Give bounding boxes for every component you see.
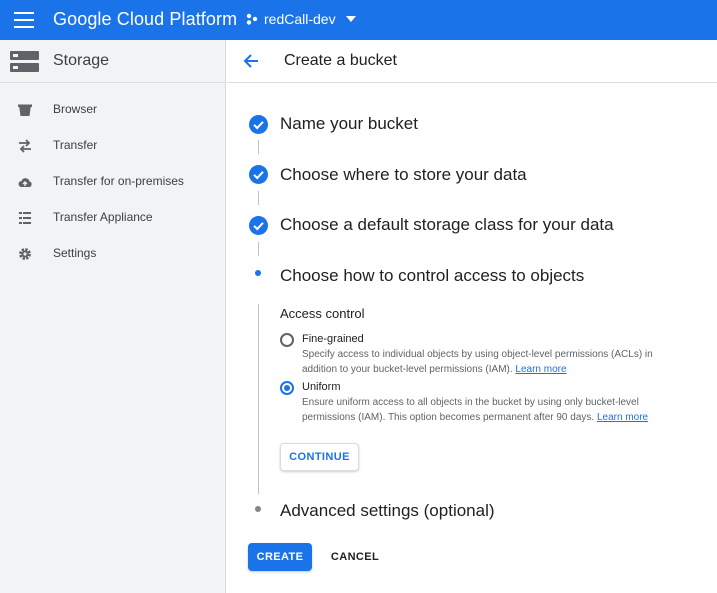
check-circle-icon <box>249 115 268 134</box>
learn-more-link[interactable]: Learn more <box>597 412 648 423</box>
cancel-button[interactable]: CANCEL <box>323 543 387 571</box>
continue-button[interactable]: CONTINUE <box>280 443 359 471</box>
uniform-description: Ensure uniform access to all objects in … <box>302 395 697 425</box>
menu-icon[interactable] <box>14 12 34 28</box>
sidebar-item-settings[interactable]: Settings <box>0 236 225 272</box>
description-line: Ensure uniform access to all objects in … <box>302 397 639 408</box>
uniform-radio[interactable] <box>280 381 294 395</box>
step-title[interactable]: Choose a default storage class for your … <box>280 215 614 235</box>
bucket-icon <box>18 104 32 116</box>
sidebar-item-transfer-on-premises[interactable]: Transfer for on-premises <box>0 164 225 200</box>
appliance-list-icon <box>19 212 31 224</box>
sidebar-item-transfer-appliance[interactable]: Transfer Appliance <box>0 200 225 236</box>
uniform-label[interactable]: Uniform <box>302 381 341 393</box>
sidebar-item-label: Transfer for on-premises <box>53 174 184 188</box>
back-arrow-icon[interactable] <box>243 53 259 69</box>
brand-title[interactable]: Google Cloud Platform <box>53 9 237 30</box>
sidebar-item-label: Settings <box>53 246 97 260</box>
gear-icon <box>19 248 31 260</box>
sidebar: Storage Browser Transfer Transfer for on… <box>0 40 226 593</box>
check-circle-icon <box>249 165 268 184</box>
fine-grained-label[interactable]: Fine-grained <box>302 333 364 345</box>
page-title: Create a bucket <box>284 52 397 69</box>
page-header: Create a bucket <box>227 40 717 83</box>
step-connector <box>258 242 259 256</box>
active-step-dot <box>255 270 261 276</box>
fine-grained-description: Specify access to individual objects by … <box>302 347 697 377</box>
step-title[interactable]: Name your bucket <box>280 114 418 134</box>
check-circle-icon <box>249 216 268 235</box>
step-title[interactable]: Choose where to store your data <box>280 165 527 185</box>
cloud-upload-icon <box>18 178 32 187</box>
sidebar-item-transfer[interactable]: Transfer <box>0 128 225 164</box>
learn-more-link[interactable]: Learn more <box>515 364 566 375</box>
sidebar-item-label: Transfer <box>53 138 98 152</box>
swap-arrows-icon <box>19 139 31 153</box>
step-connector <box>258 140 259 154</box>
step-connector <box>258 191 259 205</box>
sidebar-item-browser[interactable]: Browser <box>0 92 225 128</box>
sidebar-item-label: Browser <box>53 102 98 116</box>
pending-step-dot <box>255 506 261 512</box>
project-selector[interactable]: redCall-dev <box>246 11 362 27</box>
main-content: Create a bucket Name your bucket Choose … <box>227 40 717 593</box>
fine-grained-radio[interactable] <box>280 333 294 347</box>
description-line: Specify access to individual objects by … <box>302 349 653 360</box>
sidebar-item-label: Transfer Appliance <box>53 210 153 224</box>
description-line: addition to your bucket-level permission… <box>302 364 513 375</box>
sidebar-title: Storage <box>53 52 110 69</box>
storage-icon <box>10 51 39 72</box>
step-title[interactable]: Advanced settings (optional) <box>280 501 495 521</box>
create-button[interactable]: CREATE <box>248 543 312 571</box>
access-control-label: Access control <box>280 306 365 321</box>
chevron-down-icon <box>345 16 356 22</box>
top-app-bar: Google Cloud Platform redCall-dev <box>0 0 717 40</box>
project-hub-icon <box>246 13 258 25</box>
project-name: redCall-dev <box>264 11 336 27</box>
sidebar-header: Storage <box>0 40 225 83</box>
description-line: permissions (IAM). This option becomes p… <box>302 412 595 423</box>
step-connector <box>258 304 259 494</box>
step-title: Choose how to control access to objects <box>280 266 585 285</box>
